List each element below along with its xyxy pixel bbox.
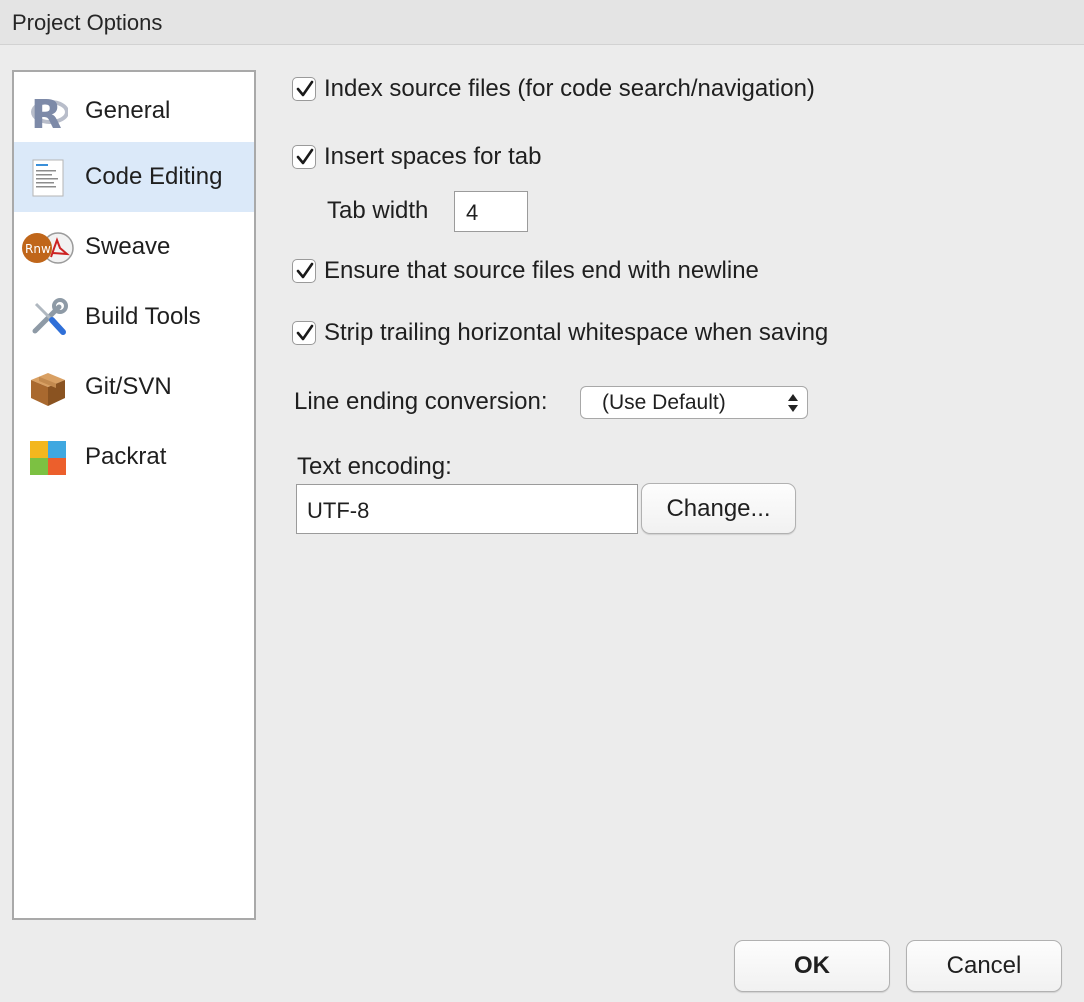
ensure-newline-checkbox[interactable] xyxy=(292,259,316,283)
checkmark-icon xyxy=(296,262,314,279)
title-bar: Project Options xyxy=(0,0,1084,45)
package-box-icon xyxy=(28,368,68,408)
sidebar-item-label: Build Tools xyxy=(85,303,201,330)
sidebar-item-git-svn[interactable]: Git/SVN xyxy=(14,352,254,422)
line-ending-value: (Use Default) xyxy=(602,391,726,414)
change-encoding-button[interactable]: Change... xyxy=(641,483,796,534)
window-title: Project Options xyxy=(12,10,163,35)
index-source-checkbox[interactable] xyxy=(292,77,316,101)
strip-whitespace-label: Strip trailing horizontal whitespace whe… xyxy=(324,319,829,346)
svg-text:Rnw: Rnw xyxy=(25,242,51,256)
sidebar-item-code-editing[interactable]: Code Editing xyxy=(14,142,254,212)
ensure-newline-label: Ensure that source files end with newlin… xyxy=(324,257,759,284)
sidebar-item-label: Code Editing xyxy=(85,163,223,190)
insert-spaces-checkbox[interactable] xyxy=(292,145,316,169)
sidebar-item-sweave[interactable]: Rnw Sweave xyxy=(14,212,254,282)
sidebar-item-packrat[interactable]: Packrat xyxy=(14,422,254,492)
checkmark-icon xyxy=(296,324,314,341)
checkmark-icon xyxy=(296,148,314,165)
tab-width-label: Tab width xyxy=(327,197,429,224)
svg-text:R: R xyxy=(31,92,62,132)
sweave-rnw-pdf-icon: Rnw xyxy=(20,228,76,268)
text-encoding-field[interactable]: UTF-8 xyxy=(296,484,638,534)
updown-arrows-icon xyxy=(787,393,799,418)
packrat-blocks-icon xyxy=(28,438,68,478)
strip-whitespace-checkbox[interactable] xyxy=(292,321,316,345)
index-source-label: Index source files (for code search/navi… xyxy=(324,75,815,102)
r-logo-icon: R xyxy=(28,92,69,138)
wrench-screwdriver-icon xyxy=(28,298,68,338)
line-ending-select[interactable]: (Use Default) xyxy=(580,386,808,419)
checkmark-icon xyxy=(296,80,314,97)
line-ending-label: Line ending conversion: xyxy=(294,388,548,415)
tab-width-input[interactable]: 4 xyxy=(454,191,528,232)
sidebar-item-label: Git/SVN xyxy=(85,373,172,400)
cancel-button[interactable]: Cancel xyxy=(906,940,1062,992)
code-document-icon xyxy=(28,158,68,198)
sidebar-item-label: General xyxy=(85,97,171,124)
ok-button[interactable]: OK xyxy=(734,940,890,992)
sidebar-item-build-tools[interactable]: Build Tools xyxy=(14,282,254,352)
sidebar-item-label: Sweave xyxy=(85,233,171,260)
options-sidebar: R General Code Editing Rnw Sweave Build … xyxy=(12,70,256,920)
insert-spaces-label: Insert spaces for tab xyxy=(324,143,542,170)
project-options-dialog: Project Options R General Code Editing R… xyxy=(0,0,1084,1002)
text-encoding-label: Text encoding: xyxy=(297,453,452,480)
sidebar-item-general[interactable]: R General xyxy=(14,76,254,146)
sidebar-item-label: Packrat xyxy=(85,443,167,470)
